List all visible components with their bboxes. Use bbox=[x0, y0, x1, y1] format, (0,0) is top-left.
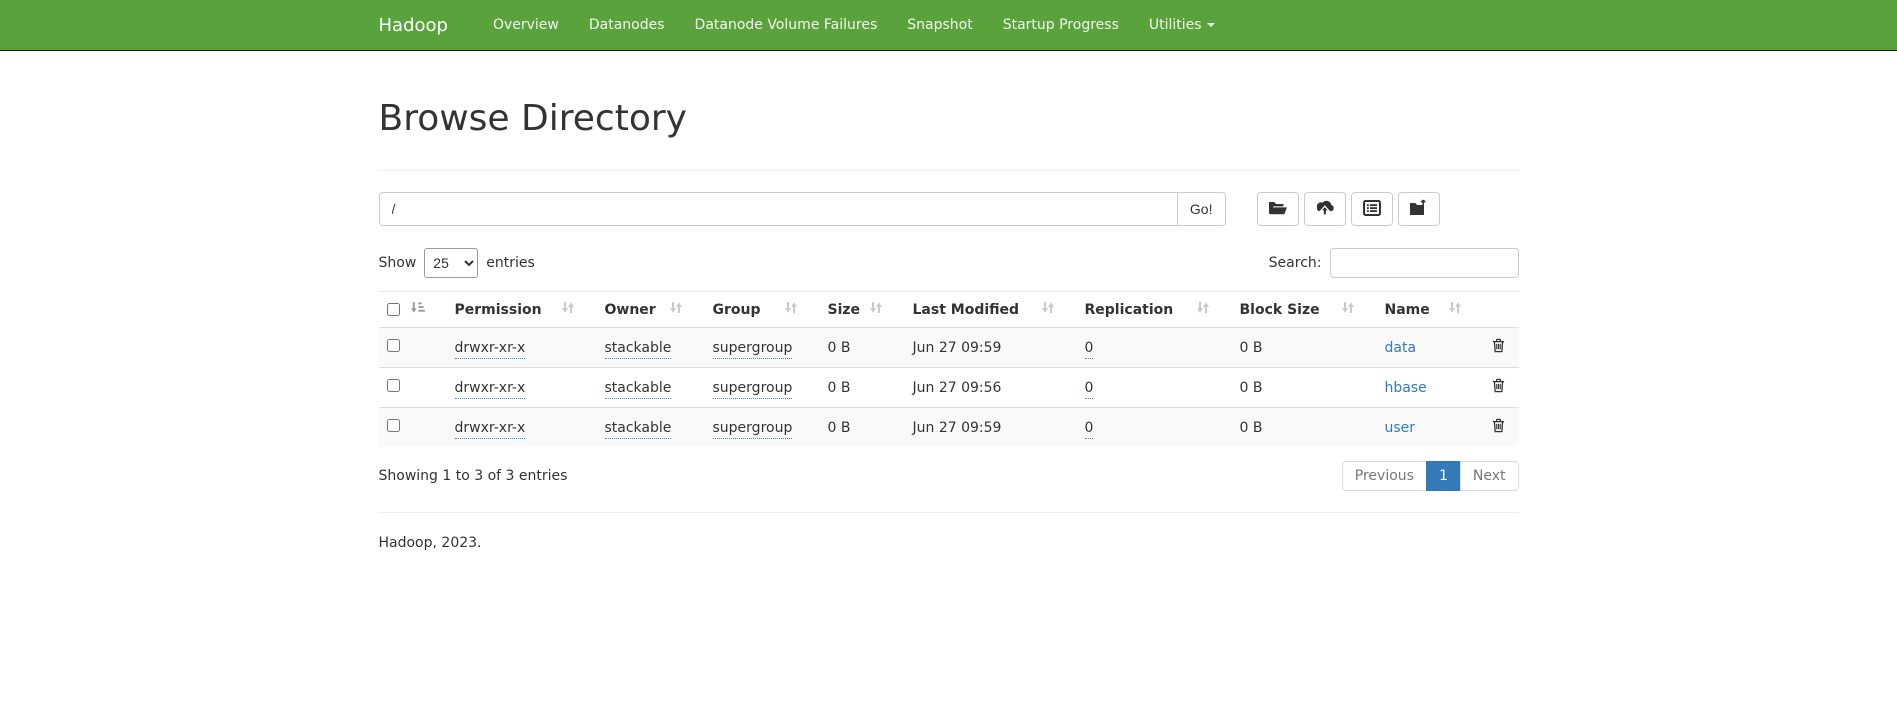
directory-link[interactable]: user bbox=[1385, 420, 1416, 436]
permission-cell[interactable]: drwxr-xr-x bbox=[455, 380, 526, 399]
column-header-last-modified[interactable]: Last Modified bbox=[905, 292, 1077, 328]
go-button[interactable]: Go! bbox=[1177, 192, 1226, 226]
page-header: Browse Directory bbox=[379, 97, 1519, 171]
folder-move-icon bbox=[1409, 199, 1429, 219]
size-cell: 0 B bbox=[828, 340, 851, 356]
row-checkbox[interactable] bbox=[387, 339, 400, 352]
column-header-owner[interactable]: Owner bbox=[597, 292, 705, 328]
column-header-name[interactable]: Name bbox=[1377, 292, 1484, 328]
path-input-group: Go! bbox=[379, 192, 1226, 226]
replication-cell[interactable]: 0 bbox=[1085, 380, 1094, 399]
sort-both-icon bbox=[1448, 301, 1462, 318]
move-directory-button[interactable] bbox=[1398, 192, 1440, 226]
block-size-cell: 0 B bbox=[1240, 340, 1263, 356]
table-controls: Show 25 entries Search: bbox=[379, 248, 1519, 278]
table-row: drwxr-xr-x stackable supergroup 0 B Jun … bbox=[379, 408, 1519, 448]
directory-table: Permission Owner Group Size bbox=[379, 291, 1519, 447]
trash-icon bbox=[1492, 341, 1505, 356]
show-label: Show bbox=[379, 255, 417, 271]
last-modified-cell: Jun 27 09:56 bbox=[913, 380, 1002, 396]
last-modified-cell: Jun 27 09:59 bbox=[913, 340, 1002, 356]
create-directory-button[interactable] bbox=[1257, 192, 1299, 226]
upload-files-button[interactable] bbox=[1304, 192, 1346, 226]
table-row: drwxr-xr-x stackable supergroup 0 B Jun … bbox=[379, 368, 1519, 408]
nav-item-overview[interactable]: Overview bbox=[478, 0, 574, 50]
column-header-block-size[interactable]: Block Size bbox=[1232, 292, 1377, 328]
pagination-next-button[interactable]: Next bbox=[1460, 461, 1519, 491]
entries-label: entries bbox=[486, 255, 535, 271]
footer-text: Hadoop, 2023. bbox=[379, 535, 1519, 551]
block-size-cell: 0 B bbox=[1240, 380, 1263, 396]
folder-open-icon bbox=[1268, 200, 1288, 219]
trash-icon bbox=[1492, 381, 1505, 396]
footer-divider bbox=[379, 512, 1519, 513]
page-size-select[interactable]: 25 bbox=[424, 248, 478, 278]
replication-cell[interactable]: 0 bbox=[1085, 340, 1094, 359]
search-input[interactable] bbox=[1330, 248, 1519, 278]
sort-both-icon bbox=[669, 301, 683, 318]
pagination: Previous 1 Next bbox=[1342, 461, 1519, 491]
directory-action-buttons bbox=[1257, 192, 1440, 226]
utilities-label: Utilities bbox=[1149, 17, 1202, 33]
entries-info: Showing 1 to 3 of 3 entries bbox=[379, 468, 568, 484]
size-cell: 0 B bbox=[828, 420, 851, 436]
select-all-checkbox[interactable] bbox=[387, 303, 400, 316]
owner-cell[interactable]: stackable bbox=[605, 420, 672, 439]
nav-item-datanodes[interactable]: Datanodes bbox=[574, 0, 680, 50]
table-row: drwxr-xr-x stackable supergroup 0 B Jun … bbox=[379, 328, 1519, 368]
group-cell[interactable]: supergroup bbox=[713, 380, 793, 399]
row-checkbox[interactable] bbox=[387, 379, 400, 392]
sort-both-icon bbox=[561, 301, 575, 318]
trash-icon bbox=[1492, 421, 1505, 436]
column-header-actions bbox=[1484, 292, 1519, 328]
table-header-row: Permission Owner Group Size bbox=[379, 292, 1519, 328]
brand-hadoop[interactable]: Hadoop bbox=[379, 15, 448, 36]
page-length-control: Show 25 entries bbox=[379, 248, 535, 278]
column-header-group[interactable]: Group bbox=[705, 292, 820, 328]
sort-both-icon bbox=[1041, 301, 1055, 318]
permission-cell[interactable]: drwxr-xr-x bbox=[455, 340, 526, 359]
last-modified-cell: Jun 27 09:59 bbox=[913, 420, 1002, 436]
caret-down-icon bbox=[1207, 23, 1215, 27]
size-cell: 0 B bbox=[828, 380, 851, 396]
directory-link[interactable]: hbase bbox=[1385, 380, 1427, 396]
group-cell[interactable]: supergroup bbox=[713, 420, 793, 439]
delete-button[interactable] bbox=[1492, 338, 1505, 353]
table-footer: Showing 1 to 3 of 3 entries Previous 1 N… bbox=[379, 461, 1519, 491]
delete-button[interactable] bbox=[1492, 418, 1505, 433]
search-control: Search: bbox=[1269, 248, 1519, 278]
block-size-cell: 0 B bbox=[1240, 420, 1263, 436]
column-header-size[interactable]: Size bbox=[820, 292, 905, 328]
pagination-page-1-button[interactable]: 1 bbox=[1426, 461, 1461, 491]
pagination-previous-button[interactable]: Previous bbox=[1342, 461, 1427, 491]
replication-cell[interactable]: 0 bbox=[1085, 420, 1094, 439]
search-label: Search: bbox=[1269, 255, 1322, 271]
column-header-permission[interactable]: Permission bbox=[447, 292, 597, 328]
owner-cell[interactable]: stackable bbox=[605, 340, 672, 359]
sort-both-icon bbox=[1341, 301, 1355, 318]
nav-item-startup-progress[interactable]: Startup Progress bbox=[988, 0, 1134, 50]
delete-button[interactable] bbox=[1492, 378, 1505, 393]
cut-and-paste-button[interactable] bbox=[1351, 192, 1393, 226]
nav-dropdown-utilities[interactable]: Utilities bbox=[1134, 0, 1230, 50]
nav-item-datanode-volume-failures[interactable]: Datanode Volume Failures bbox=[680, 0, 893, 50]
directory-path-input[interactable] bbox=[379, 192, 1178, 226]
sort-both-icon bbox=[784, 301, 798, 318]
group-cell[interactable]: supergroup bbox=[713, 340, 793, 359]
nav-links: Overview Datanodes Datanode Volume Failu… bbox=[478, 0, 1230, 50]
column-header-replication[interactable]: Replication bbox=[1077, 292, 1232, 328]
owner-cell[interactable]: stackable bbox=[605, 380, 672, 399]
list-alt-icon bbox=[1363, 200, 1381, 219]
sort-ascending-icon[interactable] bbox=[410, 301, 425, 318]
top-navbar: Hadoop Overview Datanodes Datanode Volum… bbox=[0, 0, 1897, 51]
permission-cell[interactable]: drwxr-xr-x bbox=[455, 420, 526, 439]
sort-both-icon bbox=[869, 301, 883, 318]
directory-link[interactable]: data bbox=[1385, 340, 1417, 356]
cloud-upload-icon bbox=[1314, 199, 1335, 219]
page-title: Browse Directory bbox=[379, 97, 1519, 141]
path-bar: Go! bbox=[379, 192, 1519, 226]
nav-item-snapshot[interactable]: Snapshot bbox=[892, 0, 987, 50]
row-checkbox[interactable] bbox=[387, 419, 400, 432]
sort-both-icon bbox=[1196, 301, 1210, 318]
